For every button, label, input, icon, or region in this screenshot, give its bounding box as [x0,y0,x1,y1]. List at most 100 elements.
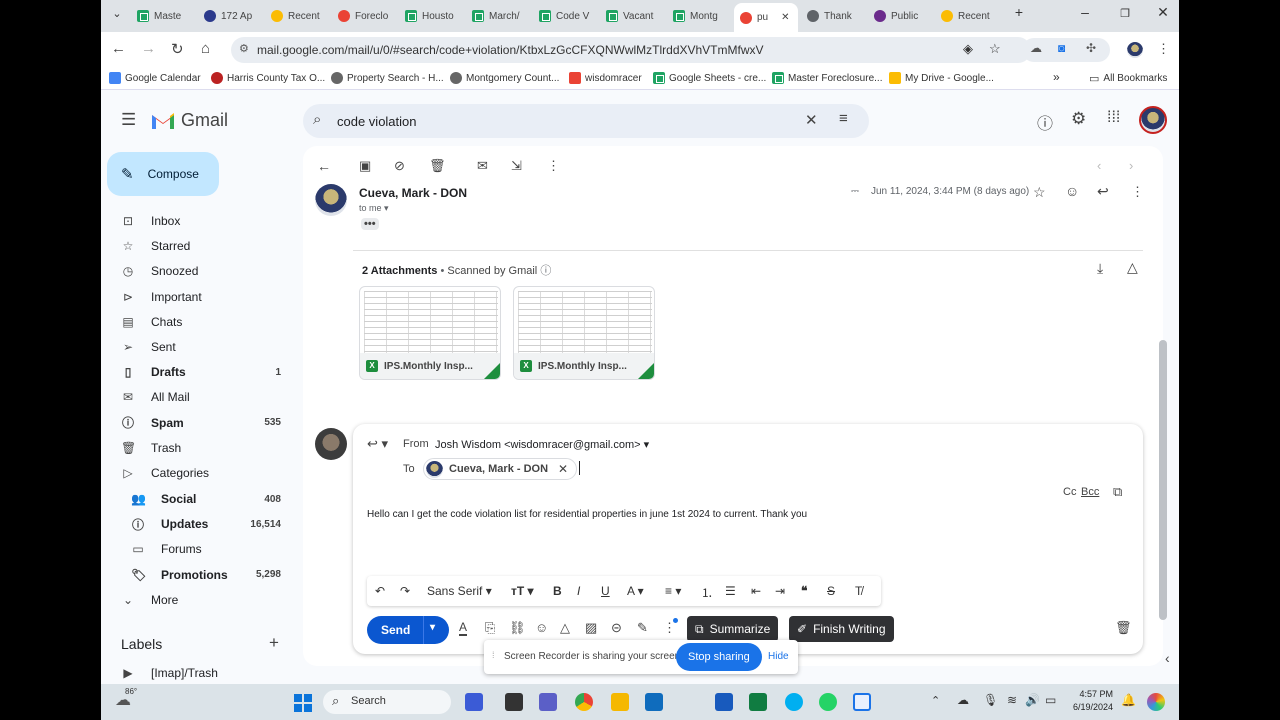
search-input[interactable]: code violation [337,114,417,129]
bookmark-item[interactable]: Property Search - H... [331,72,444,84]
category-item-updates[interactable]: ⓘ Updates 16,514 [101,512,291,536]
italic-icon[interactable]: I [577,584,580,598]
bookmark-star-icon[interactable]: ☆ [989,41,1001,57]
tab-search-icon[interactable]: ⌄ [105,7,129,20]
finish-writing-button[interactable]: ✐ Finish Writing [789,616,894,642]
bookmark-item[interactable]: Master Foreclosure... [772,72,882,84]
recorder-icon[interactable]: ◙ [1058,41,1065,55]
mic-icon[interactable]: 🎙 [983,693,998,707]
notification-bell-icon[interactable]: 🔔 [1121,693,1136,707]
volume-icon[interactable]: 🔊 [1025,693,1040,707]
sidebar-item-important[interactable]: ⊳ Important [101,285,291,309]
all-bookmarks[interactable]: ▭ All Bookmarks [1089,72,1167,85]
help-icon[interactable]: ⓘ [1037,110,1053,134]
sidebar-item-categories[interactable]: ▷ Categories [101,461,291,485]
cc-link[interactable]: Cc [1063,486,1076,498]
search-bar[interactable]: ⌕ code violation ✕ ≡ [303,104,869,138]
back-to-list-icon[interactable]: ← [317,158,331,174]
font-family-select[interactable]: Sans Serif ▾ [427,584,492,598]
sidebar-item-spam[interactable]: ⓘ Spam 535 [101,411,291,435]
settings-gear-icon[interactable]: ⚙ [1071,109,1086,129]
discard-draft-icon[interactable]: 🗑 [1115,620,1132,636]
bulleted-list-icon[interactable]: ☰ [725,584,736,598]
word-app-icon[interactable] [715,693,733,711]
drive-icon[interactable]: △ [560,620,570,636]
taskbar-search[interactable]: ⌕ Search [323,690,451,714]
bookmark-item[interactable]: Google Calendar [109,72,201,84]
browser-tab[interactable]: Public [868,4,932,28]
skype-app-icon[interactable] [785,693,803,711]
info-icon[interactable]: ⓘ [540,265,551,277]
bookmark-item[interactable]: Harris County Tax O... [211,72,325,84]
sidebar-item-snoozed[interactable]: ◷ Snoozed [101,259,291,283]
indent-more-icon[interactable]: ⇥ [775,584,785,598]
newer-icon[interactable]: ‹ [1097,158,1101,173]
emoji-react-icon[interactable]: ☺ [1065,183,1079,199]
browser-tab[interactable]: Housto [399,4,463,28]
bookmark-item[interactable]: wisdomracer [569,72,642,84]
more-actions-icon[interactable]: ⋮ [547,158,560,174]
browser-tab[interactable]: Vacant [600,4,664,28]
text-color-icon[interactable]: A ▾ [627,584,644,598]
remove-recipient-icon[interactable]: ✕ [558,462,568,476]
teams-app-icon[interactable] [539,693,557,711]
sidebar-item-trash[interactable]: 🗑 Trash [101,436,291,460]
emoji-icon[interactable]: ☺ [535,620,548,635]
browser-tab[interactable]: Code V [533,4,597,28]
cloud-icon[interactable]: ☁ [1030,41,1042,55]
move-to-icon[interactable]: ⇲ [511,158,522,174]
account-avatar[interactable] [1139,106,1167,134]
extension-icon[interactable]: ◈ [963,41,973,57]
align-icon[interactable]: ≡ ▾ [665,584,681,598]
schedule-send-icon[interactable]: ▾ [430,622,435,633]
excel-app-icon[interactable] [749,693,767,711]
site-info-icon[interactable]: ⚙ [239,42,249,55]
search-options-icon[interactable]: ≡ [839,110,848,127]
category-item-social[interactable]: 👥 Social 408 [101,487,291,511]
sidebar-label-item[interactable]: ▶ [Imap]/Trash [101,661,291,685]
numbered-list-icon[interactable]: ⒈ [701,584,713,601]
browser-tab[interactable]: Maste [131,4,195,28]
popout-icon[interactable]: ⧉ [1113,484,1122,500]
sender-name[interactable]: Cueva, Mark - DON [359,186,467,200]
message-body[interactable]: Hello can I get the code violation list … [367,509,807,520]
attach-icon[interactable]: ⎘ [485,620,495,636]
clock[interactable]: 4:57 PM 6/19/2024 [1073,688,1113,714]
bcc-link[interactable]: Bcc [1081,486,1099,498]
browser-tab[interactable]: Recent [935,4,999,28]
sidebar-item-all-mail[interactable]: ✉ All Mail [101,385,291,409]
recipient-chip[interactable]: Cueva, Mark - DON ✕ [423,458,578,480]
attachment-card[interactable]: X IPS.Monthly Insp... [513,286,655,380]
underline-icon[interactable]: U [601,584,610,598]
browser-tab[interactable]: Thank [801,4,865,28]
star-icon[interactable]: ☆ [1033,184,1046,201]
reply-type-icon[interactable]: ↩ ▾ [367,436,388,452]
profile-avatar[interactable] [1127,42,1143,58]
chrome-app-icon[interactable] [575,693,593,711]
sidebar-item-more[interactable]: ⌄ More [101,588,291,612]
download-all-icon[interactable]: ⤓ [1097,260,1103,277]
browser-tab[interactable]: Recent [265,4,329,28]
attachment-card[interactable]: X IPS.Monthly Insp... [359,286,501,380]
recorder-app-icon[interactable] [853,693,871,711]
main-menu-icon[interactable]: ☰ [121,110,136,130]
apps-grid-icon[interactable]: ⁞⁞⁞ [1107,109,1120,127]
message-more-icon[interactable]: ⋮ [1131,184,1144,200]
terminal-app-icon[interactable] [505,693,523,711]
bookmark-item[interactable]: Google Sheets - cre... [653,72,766,84]
address-bar[interactable]: ⚙ mail.google.com/mail/u/0/#search/code+… [231,37,1031,63]
forward-icon[interactable]: → [141,40,156,57]
from-select[interactable]: Josh Wisdom <wisdomracer@gmail.com> ▾ [435,438,649,451]
browser-tab[interactable]: March/ [466,4,530,28]
add-label-icon[interactable]: + [269,633,279,653]
browser-tab[interactable]: pu ✕ [734,3,798,32]
show-trimmed-icon[interactable]: ••• [361,218,379,230]
close-window-icon[interactable]: ✕ [1151,4,1175,21]
explorer-app-icon[interactable] [611,693,629,711]
photo-icon[interactable]: ▨ [585,620,597,636]
new-tab-icon[interactable]: + [1007,4,1031,20]
compose-button[interactable]: ✎ Compose [107,152,219,196]
link-icon[interactable]: ⛓ [509,620,526,636]
whatsapp-app-icon[interactable] [819,693,837,711]
bold-icon[interactable]: B [553,584,562,598]
